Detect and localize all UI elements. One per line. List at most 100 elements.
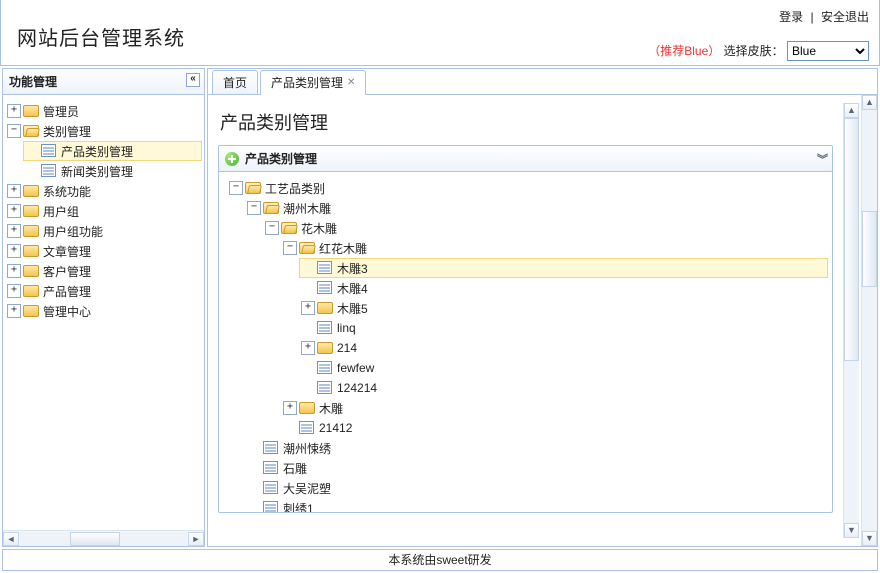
- skin-select[interactable]: Blue: [787, 41, 869, 61]
- folder-closed-icon: [317, 341, 333, 355]
- tree-node[interactable]: +214: [299, 338, 828, 358]
- tree-node[interactable]: fewfew: [299, 358, 828, 378]
- scroll-down-icon[interactable]: ▼: [862, 531, 877, 546]
- tab-label: 产品类别管理: [271, 74, 343, 91]
- tree-node-label: linq: [335, 321, 358, 335]
- tree-node-label: 管理员: [41, 103, 81, 120]
- tab-bar: 首页 产品类别管理 ✕: [208, 69, 877, 95]
- tree-node[interactable]: 潮州悚绣: [245, 438, 828, 458]
- scroll-track[interactable]: [20, 532, 187, 546]
- scroll-up-icon[interactable]: ▲: [862, 95, 877, 110]
- tree-node[interactable]: −潮州木雕: [245, 198, 828, 218]
- main-body: 产品类别管理 产品类别管理 ︾ −工艺品类别−潮州木雕−花木雕−红花木雕木雕3木…: [208, 95, 877, 546]
- left-panel-title: 功能管理: [9, 75, 57, 89]
- collapse-icon[interactable]: −: [283, 241, 297, 255]
- tree-node[interactable]: + 客户管理: [5, 261, 202, 281]
- tree-node[interactable]: +用户组功能: [5, 221, 202, 241]
- tree-node[interactable]: 124214: [299, 378, 828, 398]
- document-icon: [317, 281, 333, 295]
- left-hscroll[interactable]: ◄ ►: [3, 530, 204, 546]
- tree-node[interactable]: 刺绣1: [245, 498, 828, 512]
- logout-link[interactable]: 安全退出: [821, 10, 869, 24]
- tree-node[interactable]: −花木雕: [263, 218, 828, 238]
- document-icon: [41, 144, 57, 158]
- tree-node[interactable]: + 文章管理: [5, 241, 202, 261]
- document-icon: [41, 164, 57, 178]
- scroll-track[interactable]: [862, 110, 877, 531]
- folder-closed-icon: [23, 204, 39, 218]
- tree-node[interactable]: −工艺品类别: [227, 178, 828, 198]
- tree-node[interactable]: 木雕4: [299, 278, 828, 298]
- collapse-icon[interactable]: −: [7, 124, 21, 138]
- expand-icon[interactable]: +: [7, 204, 21, 218]
- tab[interactable]: 首页: [212, 70, 258, 94]
- tree-node[interactable]: +管理中心: [5, 301, 202, 321]
- tree-node-label: 用户组: [41, 203, 81, 220]
- expand-icon[interactable]: +: [283, 401, 297, 415]
- tree-node[interactable]: 大吴泥塑: [245, 478, 828, 498]
- expand-icon[interactable]: +: [7, 244, 21, 258]
- tree-node-label: 客户管理: [41, 263, 93, 280]
- tree-node[interactable]: −类别管理: [5, 121, 202, 141]
- collapse-icon[interactable]: −: [229, 181, 243, 195]
- tree-node[interactable]: 木雕3: [299, 258, 828, 278]
- tree-node-label: 刺绣1: [281, 500, 316, 513]
- accordion-title: 产品类别管理: [245, 150, 317, 167]
- scroll-thumb[interactable]: [844, 118, 859, 361]
- expand-icon[interactable]: +: [7, 224, 21, 238]
- tree-node[interactable]: 产品类别管理: [23, 141, 202, 161]
- folder-open-icon: [23, 124, 39, 138]
- tree-spacer: [301, 381, 315, 395]
- content-vscroll[interactable]: ▲ ▼: [843, 103, 859, 538]
- scroll-track[interactable]: [844, 118, 859, 523]
- tree-node[interactable]: +系统功能: [5, 181, 202, 201]
- scroll-right-icon[interactable]: ►: [188, 532, 204, 546]
- tree-node[interactable]: − 红花木雕: [281, 238, 828, 258]
- body-split: 功能管理 « +管理员−类别管理产品类别管理新闻类别管理+系统功能+用户组+用户…: [0, 66, 880, 547]
- expand-icon[interactable]: +: [7, 264, 21, 278]
- tab-label: 首页: [223, 74, 247, 91]
- scroll-down-icon[interactable]: ▼: [844, 523, 859, 538]
- tree-node[interactable]: + 用户组: [5, 201, 202, 221]
- scroll-left-icon[interactable]: ◄: [3, 532, 19, 546]
- expand-icon[interactable]: +: [7, 304, 21, 318]
- tree-node[interactable]: 新闻类别管理: [23, 161, 202, 181]
- collapse-left-button[interactable]: «: [186, 73, 200, 87]
- expand-icon[interactable]: +: [7, 284, 21, 298]
- tree-spacer: [247, 501, 261, 512]
- accordion: 产品类别管理 ︾ −工艺品类别−潮州木雕−花木雕−红花木雕木雕3木雕4+木雕5l…: [218, 145, 833, 513]
- nav-tree: +管理员−类别管理产品类别管理新闻类别管理+系统功能+用户组+用户组功能+文章管…: [3, 95, 204, 530]
- tree-node[interactable]: +产品管理: [5, 281, 202, 301]
- tree-node[interactable]: +木雕5: [299, 298, 828, 318]
- login-link[interactable]: 登录: [779, 10, 803, 24]
- tree-node-label: 21412: [317, 421, 354, 435]
- tree-node[interactable]: 21412: [281, 418, 828, 438]
- expand-icon[interactable]: +: [7, 104, 21, 118]
- expand-icon[interactable]: +: [7, 184, 21, 198]
- accordion-header[interactable]: 产品类别管理 ︾: [219, 146, 832, 172]
- scroll-thumb[interactable]: [862, 211, 877, 287]
- collapse-icon[interactable]: −: [247, 201, 261, 215]
- tree-spacer: [247, 461, 261, 475]
- scroll-thumb[interactable]: [70, 532, 120, 546]
- expand-icon[interactable]: +: [301, 341, 315, 355]
- panel-vscroll[interactable]: ▲ ▼: [861, 95, 877, 546]
- category-tree: −工艺品类别−潮州木雕−花木雕−红花木雕木雕3木雕4+木雕5linq+214fe…: [227, 178, 828, 512]
- folder-open-icon: [263, 201, 279, 215]
- tree-node[interactable]: linq: [299, 318, 828, 338]
- tab[interactable]: 产品类别管理 ✕: [260, 70, 366, 95]
- document-icon: [317, 381, 333, 395]
- collapse-icon[interactable]: −: [265, 221, 279, 235]
- tree-node[interactable]: + 木雕: [281, 398, 828, 418]
- tree-node[interactable]: + 管理员: [5, 101, 202, 121]
- document-icon: [263, 441, 279, 455]
- folder-closed-icon: [23, 304, 39, 318]
- expand-icon[interactable]: +: [301, 301, 315, 315]
- tree-node-label: 木雕: [317, 400, 345, 417]
- tree-node-label: 文章管理: [41, 243, 93, 260]
- scroll-up-icon[interactable]: ▲: [844, 103, 859, 118]
- accordion-chevron-icon[interactable]: ︾: [817, 151, 826, 167]
- close-icon[interactable]: ✕: [347, 77, 355, 88]
- tree-node[interactable]: 石雕: [245, 458, 828, 478]
- tree-node-label: 红花木雕: [317, 240, 369, 257]
